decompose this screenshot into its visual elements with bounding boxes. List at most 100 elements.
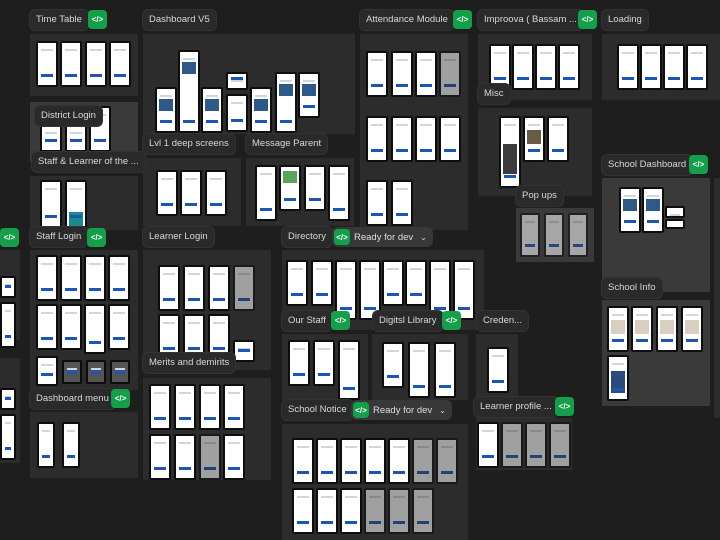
screen-thumbnail[interactable] [233, 340, 255, 362]
screen-thumbnail[interactable] [0, 276, 16, 298]
screen-thumbnail[interactable] [286, 260, 308, 306]
frame-label-dashboard-menu[interactable]: Dashboard menu [30, 389, 115, 409]
screen-thumbnail[interactable] [338, 340, 360, 400]
screen-thumbnail[interactable] [226, 94, 248, 132]
screen-thumbnail[interactable] [340, 488, 362, 534]
screen-thumbnail[interactable] [110, 360, 130, 384]
screen-thumbnail[interactable] [391, 51, 413, 97]
screen-thumbnail[interactable] [149, 434, 171, 480]
screen-thumbnail[interactable] [512, 44, 534, 90]
code-icon[interactable]: </> [87, 228, 106, 247]
screen-thumbnail[interactable] [499, 116, 521, 188]
status-dropdown-directory[interactable]: </> Ready for dev ⌄ [332, 227, 433, 247]
screen-thumbnail[interactable] [412, 488, 434, 534]
screen-thumbnail[interactable] [250, 87, 272, 133]
screen-thumbnail[interactable] [292, 488, 314, 534]
screen-thumbnail[interactable] [382, 260, 404, 306]
screen-thumbnail[interactable] [275, 72, 297, 133]
screen-thumbnail[interactable] [487, 347, 509, 393]
screen-thumbnail[interactable] [439, 51, 461, 97]
frame-label-misc[interactable]: Misc [478, 84, 510, 104]
frame-label-time-table[interactable]: Time Table [30, 10, 88, 30]
code-icon[interactable]: </> [578, 10, 597, 29]
screen-thumbnail[interactable] [388, 438, 410, 484]
code-icon[interactable]: </> [689, 155, 708, 174]
screen-thumbnail[interactable] [178, 50, 200, 133]
screen-thumbnail[interactable] [60, 255, 82, 301]
screen-thumbnail[interactable] [174, 434, 196, 480]
frame-label-lvl1-deep[interactable]: Lvl 1 deep screens [143, 134, 235, 154]
screen-thumbnail[interactable] [665, 206, 685, 218]
screen-thumbnail[interactable] [85, 41, 107, 87]
screen-thumbnail[interactable] [642, 187, 664, 233]
screen-thumbnail[interactable] [382, 342, 404, 388]
screen-thumbnail[interactable] [520, 213, 540, 257]
screen-thumbnail[interactable] [199, 384, 221, 430]
screen-thumbnail[interactable] [412, 438, 434, 484]
screen-thumbnail[interactable] [311, 260, 333, 306]
frame-label-district-login[interactable]: District Login [35, 106, 102, 126]
screen-thumbnail[interactable] [84, 304, 106, 354]
screen-thumbnail[interactable] [109, 41, 131, 87]
frame-label-learner-login[interactable]: Learner Login [143, 227, 214, 247]
frame-label-message-parent[interactable]: Message Parent [246, 134, 328, 154]
screen-thumbnail[interactable] [84, 255, 106, 301]
screen-thumbnail[interactable] [223, 384, 245, 430]
frame-label-directory[interactable]: Directory [282, 227, 333, 247]
screen-thumbnail[interactable] [60, 304, 82, 350]
screen-thumbnail[interactable] [439, 116, 461, 162]
screen-thumbnail[interactable] [663, 44, 685, 90]
screen-thumbnail[interactable] [226, 72, 248, 90]
screen-thumbnail[interactable] [149, 384, 171, 430]
screen-thumbnail[interactable] [86, 360, 106, 384]
screen-thumbnail[interactable] [607, 306, 629, 352]
screen-thumbnail[interactable] [525, 422, 547, 468]
frame-label-dashboard-v5[interactable]: Dashboard V5 [143, 10, 216, 30]
frame-label-staff-login[interactable]: Staff Login [30, 227, 88, 247]
screen-thumbnail[interactable] [158, 265, 180, 311]
screen-thumbnail[interactable] [60, 41, 82, 87]
frame-label-improova[interactable]: Improova ( Bassam ... [478, 10, 583, 30]
screen-thumbnail[interactable] [40, 180, 62, 228]
frame-label-our-staff[interactable]: Our Staff [282, 311, 332, 331]
screen-thumbnail[interactable] [62, 422, 80, 468]
screen-thumbnail[interactable] [316, 438, 338, 484]
screen-thumbnail[interactable] [36, 255, 58, 301]
screen-thumbnail[interactable] [415, 51, 437, 97]
screen-thumbnail[interactable] [607, 355, 629, 401]
screen-thumbnail[interactable] [686, 44, 708, 90]
code-icon[interactable]: </> [442, 311, 461, 330]
screen-thumbnail[interactable] [656, 306, 678, 352]
screen-thumbnail[interactable] [199, 434, 221, 480]
screen-thumbnail[interactable] [415, 116, 437, 162]
screen-thumbnail[interactable] [40, 124, 62, 152]
frame-label-attendance-module[interactable]: Attendance Module [360, 10, 454, 30]
screen-thumbnail[interactable] [155, 87, 177, 133]
screen-thumbnail[interactable] [316, 488, 338, 534]
screen-thumbnail[interactable] [36, 356, 58, 386]
screen-thumbnail[interactable] [568, 213, 588, 257]
screen-thumbnail[interactable] [174, 384, 196, 430]
screen-thumbnail[interactable] [65, 124, 87, 152]
screen-thumbnail[interactable] [523, 116, 545, 162]
screen-thumbnail[interactable] [364, 438, 386, 484]
screen-thumbnail[interactable] [681, 306, 703, 352]
screen-thumbnail[interactable] [36, 304, 58, 350]
code-icon[interactable]: </> [88, 10, 107, 29]
screen-thumbnail[interactable] [665, 219, 685, 229]
screen-thumbnail[interactable] [292, 438, 314, 484]
frame-label-school-notice[interactable]: School Notice [282, 400, 353, 420]
screen-thumbnail[interactable] [288, 340, 310, 386]
frame-label-credentials[interactable]: Creden... [477, 311, 529, 331]
frame-label-pop-ups[interactable]: Pop ups [516, 186, 563, 206]
screen-thumbnail[interactable] [434, 342, 456, 398]
status-dropdown-school-notice[interactable]: </> Ready for dev ⌄ [351, 400, 452, 420]
screen-thumbnail[interactable] [205, 170, 227, 216]
screen-thumbnail[interactable] [65, 180, 87, 228]
screen-thumbnail[interactable] [617, 44, 639, 90]
screen-thumbnail[interactable] [279, 165, 301, 211]
screen-thumbnail[interactable] [366, 180, 388, 226]
screen-thumbnail[interactable] [108, 255, 130, 301]
screen-thumbnail[interactable] [436, 438, 458, 484]
screen-thumbnail[interactable] [0, 388, 16, 410]
